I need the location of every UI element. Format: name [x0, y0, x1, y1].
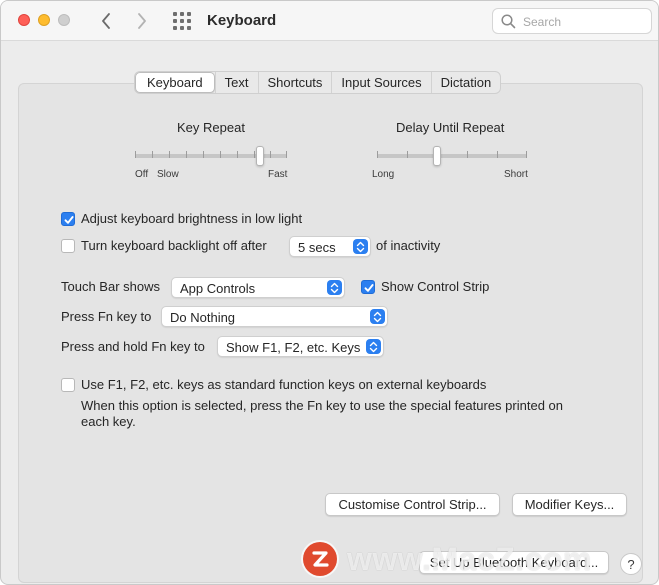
title-bar: Keyboard: [1, 1, 658, 41]
updown-chevron-icon: [327, 280, 342, 295]
fn-key-value: Do Nothing: [170, 310, 235, 325]
key-repeat-title: Key Repeat: [177, 120, 245, 135]
touch-bar-value: App Controls: [180, 281, 255, 296]
zoom-window-button[interactable]: [58, 14, 70, 26]
tab-keyboard[interactable]: Keyboard: [135, 72, 215, 93]
delay-until-repeat-tick: [467, 151, 468, 158]
key-repeat-slow-label: Slow: [157, 169, 179, 180]
fn-hold-popup[interactable]: Show F1, F2, etc. Keys: [217, 336, 384, 357]
updown-chevron-icon: [366, 339, 381, 354]
forward-button[interactable]: [131, 10, 153, 32]
minimize-window-button[interactable]: [38, 14, 50, 26]
fn-key-popup[interactable]: Do Nothing: [161, 306, 388, 327]
help-button[interactable]: ?: [620, 553, 642, 575]
function-keys-description-line1: When this option is selected, press the …: [81, 398, 563, 413]
function-keys-label: Use F1, F2, etc. keys as standard functi…: [81, 377, 486, 392]
key-repeat-fast-label: Fast: [268, 169, 287, 180]
tab-shortcuts[interactable]: Shortcuts: [258, 72, 332, 93]
delay-until-repeat-knob[interactable]: [433, 146, 441, 166]
key-repeat-tick: [152, 151, 153, 158]
search-input[interactable]: [523, 13, 643, 30]
backlight-timeout-popup[interactable]: 5 secs: [289, 236, 371, 257]
backlight-checkbox[interactable]: [61, 239, 75, 253]
brightness-checkbox[interactable]: [61, 212, 75, 226]
backlight-label: Turn keyboard backlight off after: [81, 238, 267, 253]
fn-hold-label: Press and hold Fn key to: [61, 339, 205, 354]
key-repeat-tick: [254, 151, 255, 158]
preferences-window: Keyboard Keyboard Text Shortcuts Input S…: [0, 0, 659, 585]
function-keys-description-line2: each key.: [81, 414, 136, 429]
key-repeat-tick: [286, 151, 287, 158]
function-keys-checkbox[interactable]: [61, 378, 75, 392]
touch-bar-popup[interactable]: App Controls: [171, 277, 345, 298]
show-all-grid-icon[interactable]: [173, 12, 191, 30]
modifier-keys-button[interactable]: Modifier Keys...: [512, 493, 627, 516]
tab-dictation[interactable]: Dictation: [431, 72, 501, 93]
checkmark-icon: [63, 214, 75, 226]
key-repeat-track[interactable]: [135, 154, 287, 158]
checkmark-icon: [363, 282, 375, 294]
brightness-label: Adjust keyboard brightness in low light: [81, 211, 302, 226]
window-title: Keyboard: [207, 12, 276, 29]
close-window-button[interactable]: [18, 14, 30, 26]
key-repeat-tick: [237, 151, 238, 158]
tab-bar: Keyboard Text Shortcuts Input Sources Di…: [134, 71, 501, 94]
delay-until-repeat-tick: [407, 151, 408, 158]
key-repeat-tick: [220, 151, 221, 158]
chevron-left-icon: [101, 13, 111, 29]
fn-hold-value: Show F1, F2, etc. Keys: [226, 340, 360, 355]
key-repeat-knob[interactable]: [256, 146, 264, 166]
customise-control-strip-button[interactable]: Customise Control Strip...: [325, 493, 500, 516]
key-repeat-tick: [186, 151, 187, 158]
key-repeat-tick: [270, 151, 271, 158]
watermark-text: www.MacZ.com: [347, 541, 592, 578]
show-control-strip-label: Show Control Strip: [381, 279, 489, 294]
delay-until-repeat-title: Delay Until Repeat: [396, 120, 504, 135]
delay-long-label: Long: [372, 169, 394, 180]
search-icon: [501, 14, 516, 29]
chevron-right-icon: [137, 13, 147, 29]
delay-until-repeat-tick: [526, 151, 527, 158]
backlight-timeout-value: 5 secs: [298, 240, 336, 255]
key-repeat-off-label: Off: [135, 169, 148, 180]
show-control-strip-checkbox[interactable]: [361, 280, 375, 294]
watermark-logo: [303, 542, 337, 576]
tab-input-sources[interactable]: Input Sources: [331, 72, 430, 93]
delay-short-label: Short: [504, 169, 528, 180]
delay-until-repeat-tick: [377, 151, 378, 158]
updown-chevron-icon: [353, 239, 368, 254]
touch-bar-label: Touch Bar shows: [61, 279, 160, 294]
inactivity-label: of inactivity: [376, 238, 440, 253]
delay-until-repeat-tick: [497, 151, 498, 158]
back-button[interactable]: [95, 10, 117, 32]
search-field[interactable]: [492, 8, 652, 34]
key-repeat-tick: [169, 151, 170, 158]
key-repeat-tick: [203, 151, 204, 158]
tab-text[interactable]: Text: [215, 72, 258, 93]
updown-chevron-icon: [370, 309, 385, 324]
fn-key-label: Press Fn key to: [61, 309, 151, 324]
delay-until-repeat-track[interactable]: [377, 154, 527, 158]
key-repeat-tick: [135, 151, 136, 158]
